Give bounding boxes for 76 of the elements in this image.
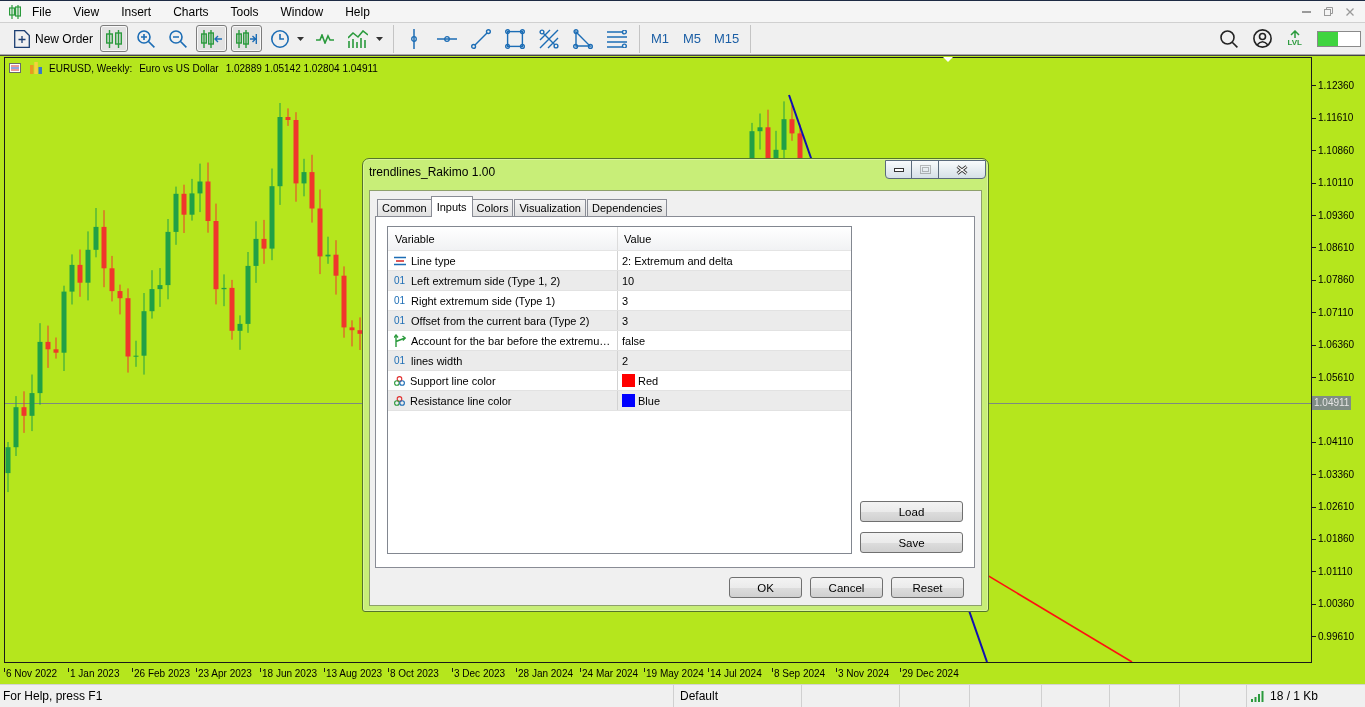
price-label: 1.05610	[1318, 371, 1355, 384]
current-price-label: 1.04911	[1312, 395, 1352, 410]
menu-item[interactable]: Insert	[110, 1, 163, 22]
profile-name: Default	[680, 689, 719, 703]
search-icon[interactable]	[1220, 29, 1239, 48]
signal-bars-icon	[1251, 690, 1264, 702]
price-label: 1.06360	[1318, 339, 1355, 352]
date-label: 13 Aug 2023	[325, 667, 383, 680]
diagonal-line-icon	[471, 28, 491, 49]
date-label: 1 Jan 2023	[69, 667, 120, 680]
price-label: 1.03360	[1318, 468, 1355, 481]
candlestick-button[interactable]	[100, 25, 128, 52]
date-label: 29 Dec 2024	[901, 667, 959, 680]
status-text: For Help, press F1	[3, 689, 103, 703]
traffic-text: 18 / 1 Kb	[1270, 689, 1319, 703]
up-arrow-icon	[1289, 30, 1300, 38]
caret-icon	[297, 36, 304, 41]
timeframe-button[interactable]: M1	[646, 25, 674, 52]
date-label: 24 Mar 2024	[581, 667, 639, 680]
date-label: 8 Oct 2023	[389, 667, 439, 680]
user-icon[interactable]	[1253, 29, 1273, 48]
zigzag-icon	[316, 33, 334, 44]
price-label: 1.01110	[1318, 565, 1353, 578]
triangle-icon	[573, 28, 593, 49]
menu-item[interactable]: View	[62, 1, 111, 22]
menu-item[interactable]: Charts	[162, 1, 220, 22]
new-order-button[interactable]: New Order	[9, 25, 98, 52]
close-icon[interactable]	[1346, 7, 1354, 16]
price-label: 1.11610	[1318, 112, 1354, 125]
price-label: 1.08610	[1318, 241, 1355, 254]
horizontal-line-icon	[437, 35, 457, 42]
menu-item[interactable]: Window	[269, 1, 335, 22]
date-label: 19 May 2024	[645, 667, 704, 680]
menu-item[interactable]: Help	[334, 1, 381, 22]
date-label: 3 Nov 2024	[837, 667, 890, 680]
price-label: 0.99610	[1318, 630, 1355, 643]
date-label: 8 Sep 2024	[773, 667, 826, 680]
timeframe-button[interactable]: M15	[710, 25, 744, 52]
menu-item[interactable]: Tools	[219, 1, 270, 22]
price-label: 1.07110	[1318, 306, 1354, 319]
chart-shift-button[interactable]	[196, 25, 227, 52]
candles-arrow-right-icon	[236, 29, 257, 48]
caret-icon	[376, 36, 383, 41]
timeframe-button[interactable]: M5	[678, 25, 706, 52]
date-label: 3 Dec 2023	[453, 667, 506, 680]
bar-chart-line-icon	[348, 29, 368, 48]
price-label: 1.07860	[1318, 274, 1355, 287]
price-label: 1.10860	[1318, 144, 1355, 157]
document-plus-icon	[14, 29, 30, 48]
date-label: 14 Jul 2024	[709, 667, 762, 680]
date-label: 28 Jan 2024	[517, 667, 574, 680]
zoom-in-icon	[137, 29, 155, 48]
price-label: 1.12360	[1318, 80, 1355, 92]
price-label: 1.01860	[1318, 533, 1355, 546]
date-label: 6 Nov 2022	[5, 667, 58, 680]
candlestick-icon[interactable]	[9, 4, 21, 19]
price-label: 1.04110	[1318, 436, 1354, 449]
zoom-out-icon	[169, 29, 187, 48]
vertical-line-icon	[411, 28, 417, 49]
date-label: 18 Jun 2023	[261, 667, 318, 680]
crossed-lines-icon	[539, 28, 559, 49]
price-label: 1.10110	[1318, 177, 1354, 190]
candlestick-icon	[105, 29, 123, 48]
date-label: 26 Feb 2023	[133, 667, 191, 680]
price-label: 1.02610	[1318, 501, 1355, 514]
rectangle-icon	[505, 28, 525, 49]
autoscroll-button[interactable]	[231, 25, 262, 52]
parallel-lines-icon	[607, 29, 627, 48]
date-label: 23 Apr 2023	[197, 667, 252, 680]
menu-item[interactable]: File	[21, 1, 63, 22]
price-label: 1.00360	[1318, 598, 1355, 611]
price-label: 1.09360	[1318, 209, 1355, 222]
minimize-icon[interactable]	[1302, 10, 1311, 13]
candles-arrow-left-icon	[201, 29, 222, 48]
restore-icon[interactable]	[1324, 7, 1333, 16]
clock-icon	[271, 29, 289, 48]
